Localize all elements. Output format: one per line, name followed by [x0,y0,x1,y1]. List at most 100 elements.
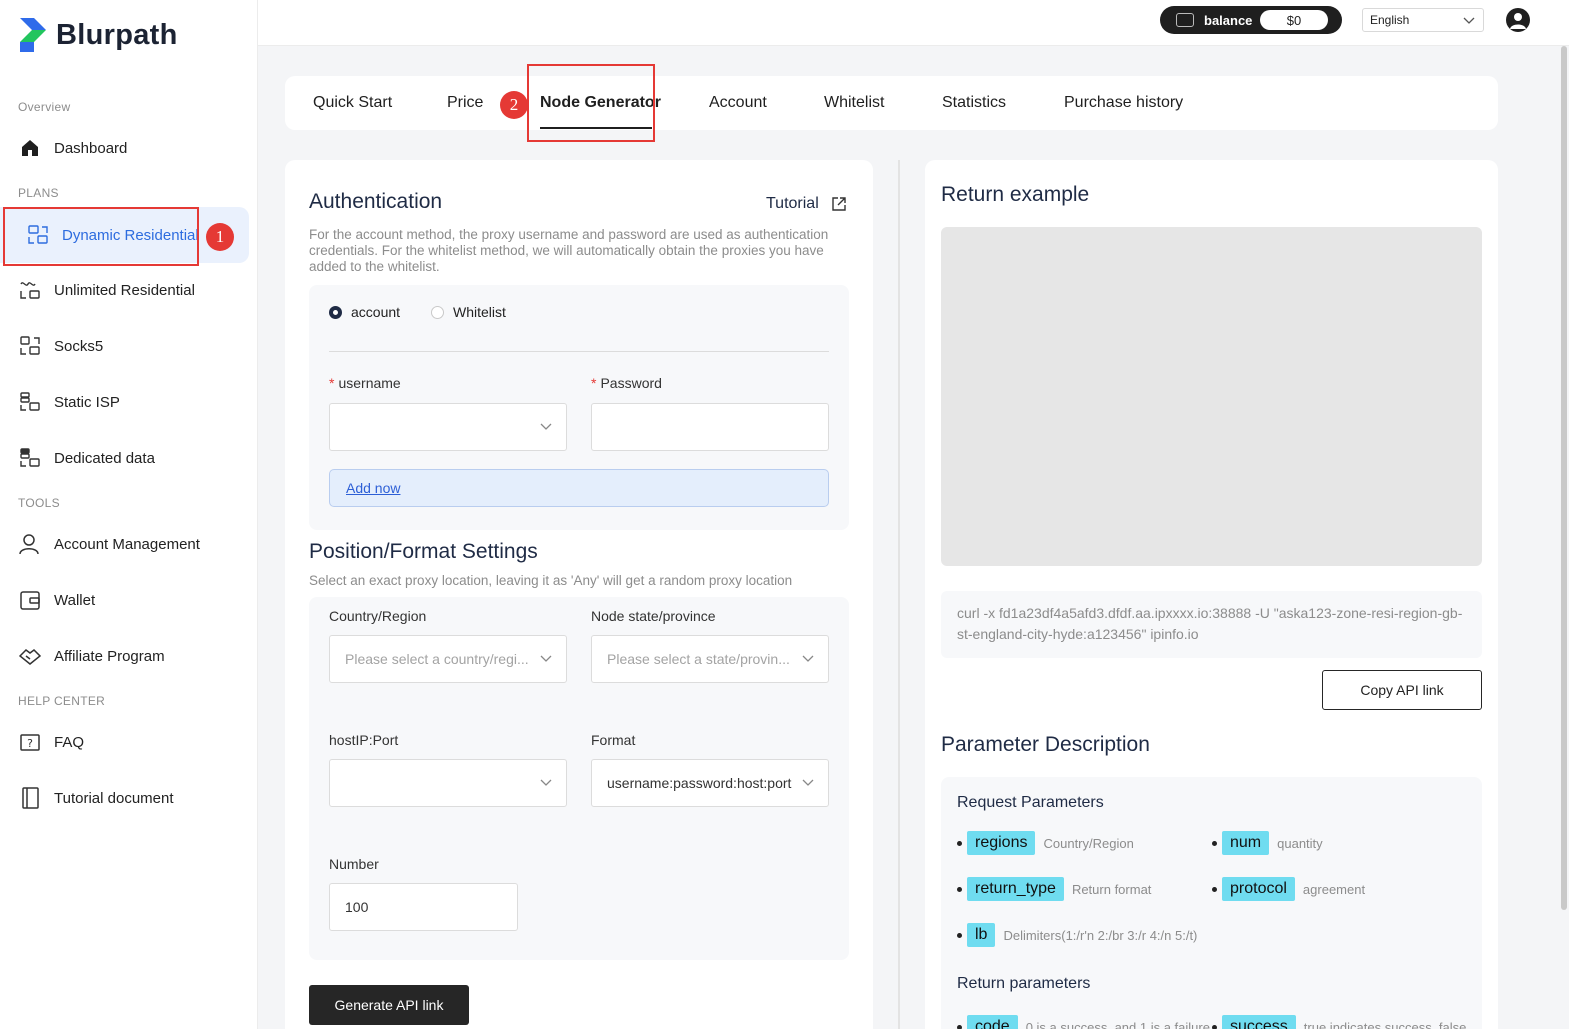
chevron-down-icon [540,655,552,662]
radio-label: Whitelist [453,304,506,320]
required-mark: * [329,375,335,391]
generate-api-link-button[interactable]: Generate API link [309,985,469,1025]
param-desc: 0 is a success, and 1 is a failure [1025,1019,1210,1029]
radio-account[interactable]: account [329,304,400,320]
radio-whitelist[interactable]: Whitelist [431,304,506,320]
tutorial-link[interactable]: Tutorial [766,195,847,213]
add-now-link[interactable]: Add now [346,480,400,496]
language-select[interactable]: English [1362,8,1484,32]
add-now-banner: Add now [329,469,829,507]
sidebar-item-socks5[interactable]: Socks5 [0,318,250,374]
home-icon [18,136,42,160]
socks-network-icon [18,334,42,358]
annotation-badge-2: 2 [500,91,528,119]
user-icon [18,532,42,556]
sidebar-item-dashboard[interactable]: Dashboard [0,120,250,176]
page-scrollbar[interactable] [1561,46,1567,910]
bullet [957,1024,962,1029]
param-item: code 0 is a success, and 1 is a failure [957,1015,1210,1029]
sidebar-item-dedicated-data[interactable]: Dedicated data [0,430,250,486]
external-link-icon [832,197,846,211]
username-select[interactable] [329,403,567,451]
number-value: 100 [345,899,369,915]
brand-logo[interactable]: Blurpath [18,16,178,54]
password-label: * Password [591,375,662,391]
tab-account[interactable]: Account [709,94,767,112]
handshake-icon [18,644,42,668]
sidebar-item-account-management[interactable]: Account Management [0,516,250,572]
balance-value: $0 [1260,10,1328,30]
faq-icon: ? [18,730,42,754]
param-item: protocol agreement [1212,877,1365,901]
logo-icon [18,16,48,54]
tab-quick-start[interactable]: Quick Start [313,94,392,112]
avatar[interactable] [1506,8,1530,32]
language-value: English [1370,13,1410,27]
sidebar-item-tutorial-document[interactable]: Tutorial document [0,770,250,826]
tab-statistics[interactable]: Statistics [942,94,1006,112]
annotation-box-1 [3,207,199,266]
param-item: regions Country/Region [957,831,1134,855]
wallet-icon [18,588,42,612]
authentication-title: Authentication [309,190,443,213]
brand-name: Blurpath [56,18,178,51]
parameter-description-title: Parameter Description [941,733,1150,756]
param-desc: quantity [1277,835,1323,851]
param-tag: code [967,1015,1018,1029]
document-icon [18,786,42,810]
top-bar: balance $0 English [258,0,1569,46]
chevron-down-icon [540,779,552,786]
sidebar-item-label: Tutorial document [54,789,174,807]
position-format-description: Select an exact proxy location, leaving … [309,573,793,588]
bullet [1212,886,1217,892]
param-tag: regions [967,831,1036,855]
annotation-box-2 [527,64,655,142]
sidebar-item-affiliate-program[interactable]: Affiliate Program [0,628,250,684]
param-tag: success [1222,1015,1296,1029]
auth-divider [329,351,829,352]
copy-api-link-button[interactable]: Copy API link [1322,670,1482,710]
format-label: Format [591,732,636,748]
sidebar-item-label: Socks5 [54,337,104,355]
state-select[interactable]: Please select a state/provin... [591,635,829,683]
param-desc: Return format [1071,881,1152,897]
svg-text:?: ? [27,737,33,750]
radio-dot-unchecked [431,305,444,319]
password-input[interactable] [591,403,829,451]
balance-pill[interactable]: balance $0 [1160,6,1342,34]
tab-price[interactable]: Price [447,94,483,112]
param-item: success true indicates success, false [1212,1015,1466,1029]
balance-label: balance [1204,12,1253,28]
username-label-text: username [338,375,401,391]
radio-dot-checked [329,305,342,319]
param-desc: Country/Region [1043,835,1134,851]
dedicated-network-icon [18,446,42,470]
sidebar-item-label: Account Management [54,535,200,553]
annotation-badge-1: 1 [206,223,234,251]
country-label: Country/Region [329,608,427,624]
param-tag: lb [967,923,996,947]
param-desc: agreement [1302,881,1366,897]
sidebar-item-faq[interactable]: ? FAQ [0,714,250,770]
format-select[interactable]: username:password:host:port [591,759,829,807]
tab-whitelist[interactable]: Whitelist [824,94,884,112]
required-mark: * [591,375,597,391]
wallet-icon [1176,13,1194,27]
sidebar-item-static-isp[interactable]: Static ISP [0,374,250,430]
server-network-icon [18,390,42,414]
param-tag: num [1222,831,1270,855]
sidebar-item-wallet[interactable]: Wallet [0,572,250,628]
user-avatar-icon [1510,13,1526,29]
radio-label: account [351,304,401,320]
number-input[interactable]: 100 [329,883,518,931]
tab-purchase-history[interactable]: Purchase history [1064,94,1183,112]
host-port-select[interactable] [329,759,567,807]
sidebar-item-unlimited-residential[interactable]: Unlimited Residential [0,262,250,318]
country-select[interactable]: Please select a country/regi... [329,635,567,683]
app-root: Blurpath Overview Dashboard PLANS Dynami… [0,0,1569,1029]
sidebar-item-label: Wallet [54,591,96,609]
tutorial-label: Tutorial [766,195,819,212]
state-label: Node state/province [591,608,716,624]
bullet [957,932,962,938]
position-format-title: Position/Format Settings [309,540,538,563]
